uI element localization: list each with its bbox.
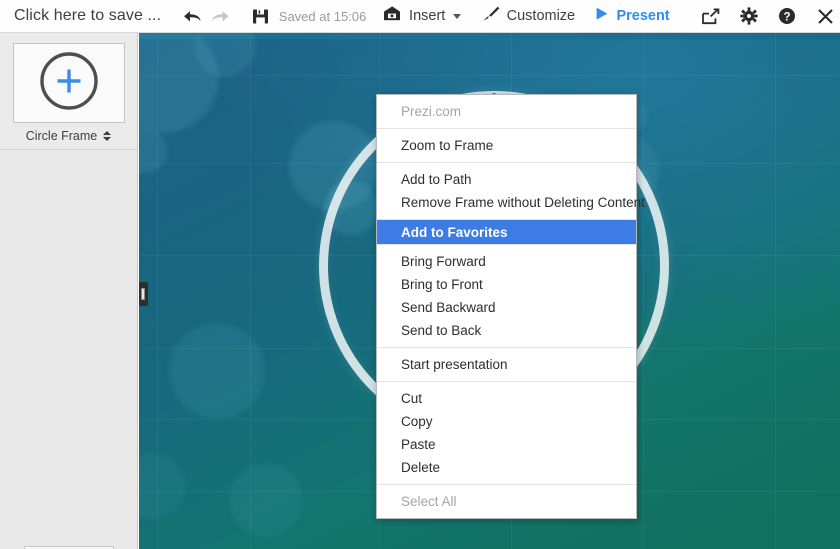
save-button[interactable] (247, 0, 273, 33)
context-menu-section: Start presentation (377, 347, 636, 381)
menu-item-zoom-to-frame[interactable]: Zoom to Frame (377, 134, 636, 157)
canvas-grid-line (139, 75, 840, 76)
redo-button[interactable] (207, 0, 237, 33)
toolbar-spacer-5 (461, 16, 480, 17)
context-menu-section: Add to Favorites (377, 219, 636, 244)
menu-item-cut[interactable]: Cut (377, 387, 636, 410)
canvas-grid-line (775, 33, 776, 549)
present-button[interactable]: Present (594, 0, 670, 33)
circle-plus-frame-icon (36, 48, 102, 119)
spinner-down-arrow (103, 137, 112, 141)
brush-icon (481, 5, 500, 27)
menu-item-send-backward[interactable]: Send Backward (377, 296, 636, 319)
insert-label: Insert (409, 8, 446, 24)
toolbar-spacer-7 (670, 16, 696, 17)
undo-button[interactable] (177, 0, 207, 33)
resize-grip (140, 288, 145, 300)
toolbar-spacer-9 (763, 16, 774, 17)
save-status-text: Saved at 15:06 (278, 8, 367, 24)
context-menu-section: Select All (377, 484, 636, 518)
bokeh-circle (229, 463, 303, 537)
play-triangle-icon (594, 5, 609, 27)
menu-item-bring-to-front[interactable]: Bring to Front (377, 273, 636, 296)
toolbar-spacer-8 (724, 16, 735, 17)
panel-resize-handle-icon[interactable] (139, 282, 148, 306)
presentation-canvas[interactable]: Content Prezi.com Zoom to Frame Add to P… (139, 33, 840, 549)
customize-label: Customize (506, 8, 576, 24)
svg-text:?: ? (784, 11, 791, 23)
menu-item-bring-forward[interactable]: Bring Forward (377, 250, 636, 273)
toolbar-spacer-6 (575, 16, 594, 17)
bokeh-circle (139, 128, 167, 174)
spinner-up-arrow (103, 131, 112, 135)
context-menu-section: Zoom to Frame (377, 128, 636, 162)
spinner-up-down-icon[interactable] (103, 131, 112, 141)
toolbar-spacer-1 (161, 16, 177, 17)
menu-item-paste[interactable]: Paste (377, 433, 636, 456)
document-title-field[interactable]: Click here to save ... (0, 7, 161, 25)
bokeh-circle (139, 453, 185, 519)
bokeh-circle (169, 323, 265, 419)
frame-thumbnail-button[interactable] (13, 43, 125, 123)
toolbar-spacer-10 (801, 16, 810, 17)
menu-item-start-presentation[interactable]: Start presentation (377, 353, 636, 376)
menu-item-copy[interactable]: Copy (377, 410, 636, 433)
context-menu-section: Bring Forward Bring to Front Send Backwa… (377, 244, 636, 347)
top-toolbar: Click here to save ... Saved at 15:06 In… (0, 0, 840, 33)
prezi-editor-window: Click here to save ... Saved at 15:06 In… (0, 0, 840, 549)
share-button[interactable] (696, 0, 724, 33)
menu-item-delete[interactable]: Delete (377, 456, 636, 479)
path-list-panel[interactable] (0, 151, 137, 549)
frame-type-label: Circle Frame (25, 129, 98, 143)
chevron-down-icon (453, 13, 462, 19)
help-button[interactable]: ? (773, 0, 801, 33)
toolbar-spacer-4 (366, 16, 382, 17)
frame-context-menu[interactable]: Prezi.com Zoom to Frame Add to Path Remo… (376, 94, 645, 519)
customize-button[interactable]: Customize (481, 0, 576, 33)
frame-tool-panel: Circle Frame (0, 33, 137, 150)
insert-image-icon (382, 5, 402, 27)
menu-item-select-all: Select All (401, 494, 457, 509)
menu-item-add-to-favorites[interactable]: Add to Favorites (377, 220, 636, 244)
left-sidebar: Circle Frame Edit Path (0, 33, 138, 549)
present-label: Present (616, 8, 670, 24)
context-menu-section: Prezi.com (377, 95, 636, 128)
menu-item-add-to-path[interactable]: Add to Path (377, 168, 636, 191)
menu-item-send-to-back[interactable]: Send to Back (377, 319, 636, 342)
context-menu-section: Add to Path Remove Frame without Deletin… (377, 162, 645, 219)
frame-type-selector[interactable]: Circle Frame (0, 129, 137, 143)
settings-button[interactable] (735, 0, 763, 33)
toolbar-spacer-2 (237, 16, 248, 17)
close-button[interactable] (810, 0, 840, 33)
context-menu-section: Cut Copy Paste Delete (377, 381, 636, 484)
menu-item-remove-frame-without-deleting-content[interactable]: Remove Frame without Deleting Content (377, 191, 645, 214)
insert-menu-button[interactable]: Insert (382, 0, 462, 33)
menu-item-prezi-com: Prezi.com (401, 104, 462, 119)
